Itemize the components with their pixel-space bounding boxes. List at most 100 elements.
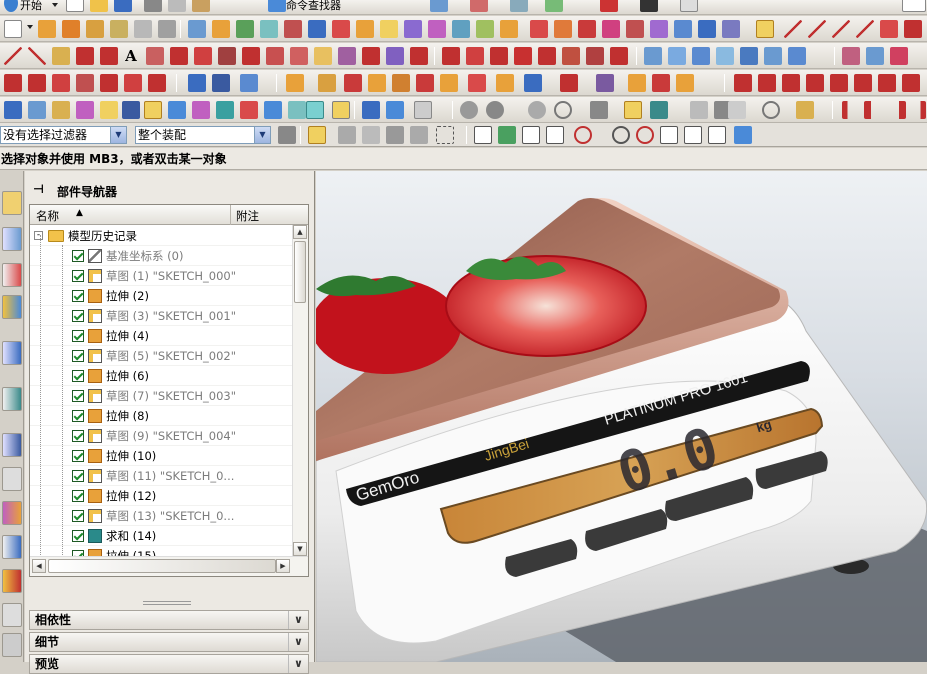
extrude-toolbar-icon[interactable] [62, 20, 80, 38]
drafting-datum-icon[interactable] [854, 74, 872, 92]
assembly-array-icon[interactable] [344, 74, 362, 92]
grid-icon[interactable] [728, 101, 746, 119]
select-general-icon[interactable] [308, 126, 326, 144]
tree-row[interactable]: 草图 (1) "SKETCH_000" [30, 266, 292, 286]
chevron-down-icon[interactable]: ▼ [110, 127, 126, 143]
scroll-down-icon[interactable]: ▼ [293, 542, 307, 556]
expand-chevron-icon[interactable]: ∨ [288, 633, 308, 651]
length-curve-icon[interactable] [410, 47, 428, 65]
preview-section[interactable]: 预览 ∨ [29, 654, 309, 674]
no-display-icon[interactable] [554, 101, 572, 119]
combine-curve-icon[interactable] [538, 47, 556, 65]
snap-curve-icon[interactable] [708, 126, 726, 144]
visibility-checkbox[interactable] [72, 430, 84, 442]
tree-row[interactable]: 草图 (13) "SKETCH_0... [30, 506, 292, 526]
reuse-library-tab[interactable] [2, 295, 22, 319]
wireframe-icon[interactable] [486, 101, 504, 119]
snap-cross-icon[interactable] [498, 126, 516, 144]
part-navigator-tab[interactable] [2, 263, 22, 287]
kitchen-scale-model[interactable]: GemOro JingBei PLATINUM PRO 1601 0.0 kg [316, 171, 927, 662]
drafting-label-icon[interactable] [758, 74, 776, 92]
offset-face-icon[interactable] [626, 20, 644, 38]
surface-through-curves-icon[interactable] [644, 47, 662, 65]
blend-toolbar-icon[interactable] [188, 20, 206, 38]
section-curve-icon[interactable] [266, 47, 284, 65]
tree-root-row[interactable]: - 模型历史记录 [30, 226, 292, 246]
unite-toolbar-icon[interactable] [332, 20, 350, 38]
tree-row[interactable]: 草图 (3) "SKETCH_001" [30, 306, 292, 326]
smooth-curve-icon[interactable] [466, 47, 484, 65]
view-fit-icon[interactable] [192, 101, 210, 119]
join-curve-icon[interactable] [194, 47, 212, 65]
paste-face-icon[interactable] [698, 20, 716, 38]
drafting-weld-icon[interactable] [830, 74, 848, 92]
system-scenes-tab[interactable] [2, 603, 22, 627]
play-first-icon[interactable] [842, 101, 860, 119]
revolve-toolbar-icon[interactable] [86, 20, 104, 38]
tree-row[interactable]: 拉伸 (4) [30, 326, 292, 346]
assembly-navigator-tab[interactable] [2, 191, 22, 215]
tree-row[interactable]: 拉伸 (10) [30, 446, 292, 466]
surface-mesh-icon[interactable] [668, 47, 686, 65]
save-icon[interactable] [114, 0, 132, 12]
view-edit-icon[interactable] [306, 101, 324, 119]
fit-curve-icon[interactable] [442, 47, 460, 65]
snap-point-icon[interactable] [756, 20, 774, 38]
layer-settings-icon[interactable] [690, 101, 708, 119]
pattern-toolbar-icon[interactable] [284, 20, 302, 38]
wrap-curve-icon[interactable] [314, 47, 332, 65]
roles-tab[interactable] [2, 569, 22, 593]
web-browser-tab[interactable] [2, 341, 22, 365]
highlight-icon[interactable] [624, 101, 642, 119]
select-edge-icon[interactable] [410, 126, 428, 144]
drafting-symbol-icon[interactable] [806, 74, 824, 92]
stretch-curve-icon[interactable] [386, 47, 404, 65]
command-finder-button[interactable]: 命令查找器 [286, 0, 341, 13]
drafting-surface-icon[interactable] [902, 74, 920, 92]
offset-toolbar-icon[interactable] [404, 20, 422, 38]
curve-arc-icon[interactable] [28, 47, 46, 65]
snap-tangent-icon[interactable] [684, 126, 702, 144]
visibility-checkbox[interactable] [72, 310, 84, 322]
select-face-icon[interactable] [362, 126, 380, 144]
command-finder-icon[interactable] [268, 0, 286, 12]
tree-row[interactable]: 求和 (14) [30, 526, 292, 546]
scroll-up-icon[interactable]: ▲ [293, 225, 307, 239]
view-pan-icon[interactable] [122, 101, 140, 119]
chevron-down-icon[interactable] [52, 3, 58, 7]
assembly-reference-icon[interactable] [560, 74, 578, 92]
scope-filter-dropdown[interactable]: 整个装配 ▼ [135, 126, 271, 144]
hole-toolbar-icon[interactable] [110, 20, 128, 38]
cut-icon[interactable] [144, 0, 162, 12]
play-forward-icon[interactable] [888, 101, 906, 119]
play-last-icon[interactable] [908, 101, 926, 119]
tree-row[interactable]: 草图 (9) "SKETCH_004" [30, 426, 292, 446]
snap-face-icon[interactable] [734, 126, 752, 144]
snap-quadrant-icon[interactable] [612, 126, 630, 144]
surface-offset-icon[interactable] [842, 47, 860, 65]
type-filter-dropdown[interactable]: 没有选择过滤器 ▼ [0, 126, 127, 144]
visibility-checkbox[interactable] [72, 350, 84, 362]
copy-icon[interactable] [168, 0, 186, 12]
surface-ruled-icon[interactable] [716, 47, 734, 65]
trim-curve-icon[interactable] [338, 47, 356, 65]
view-clip-icon[interactable] [240, 101, 258, 119]
snap-midpoint-icon[interactable] [546, 126, 564, 144]
surface-trim-icon[interactable] [788, 47, 806, 65]
assembly-replace-icon[interactable] [596, 74, 614, 92]
process-studio-tab[interactable] [2, 501, 22, 525]
visibility-checkbox[interactable] [72, 470, 84, 482]
system-materials-tab[interactable] [2, 467, 22, 491]
render-icon[interactable] [510, 0, 528, 12]
assembly-mirror-icon[interactable] [368, 74, 386, 92]
visibility-checkbox[interactable] [72, 370, 84, 382]
dependencies-section[interactable]: 相依性 ∨ [29, 610, 309, 630]
visibility-checkbox[interactable] [72, 330, 84, 342]
chevron-down-icon[interactable]: ▼ [254, 127, 270, 143]
sort-ascending-icon[interactable]: ▲ [76, 208, 83, 218]
copy-face-icon[interactable] [674, 20, 692, 38]
sketch-infer-icon[interactable] [148, 74, 166, 92]
column-divider[interactable] [230, 205, 231, 225]
boss-toolbar-icon[interactable] [134, 20, 152, 38]
undo-icon[interactable] [430, 0, 448, 12]
